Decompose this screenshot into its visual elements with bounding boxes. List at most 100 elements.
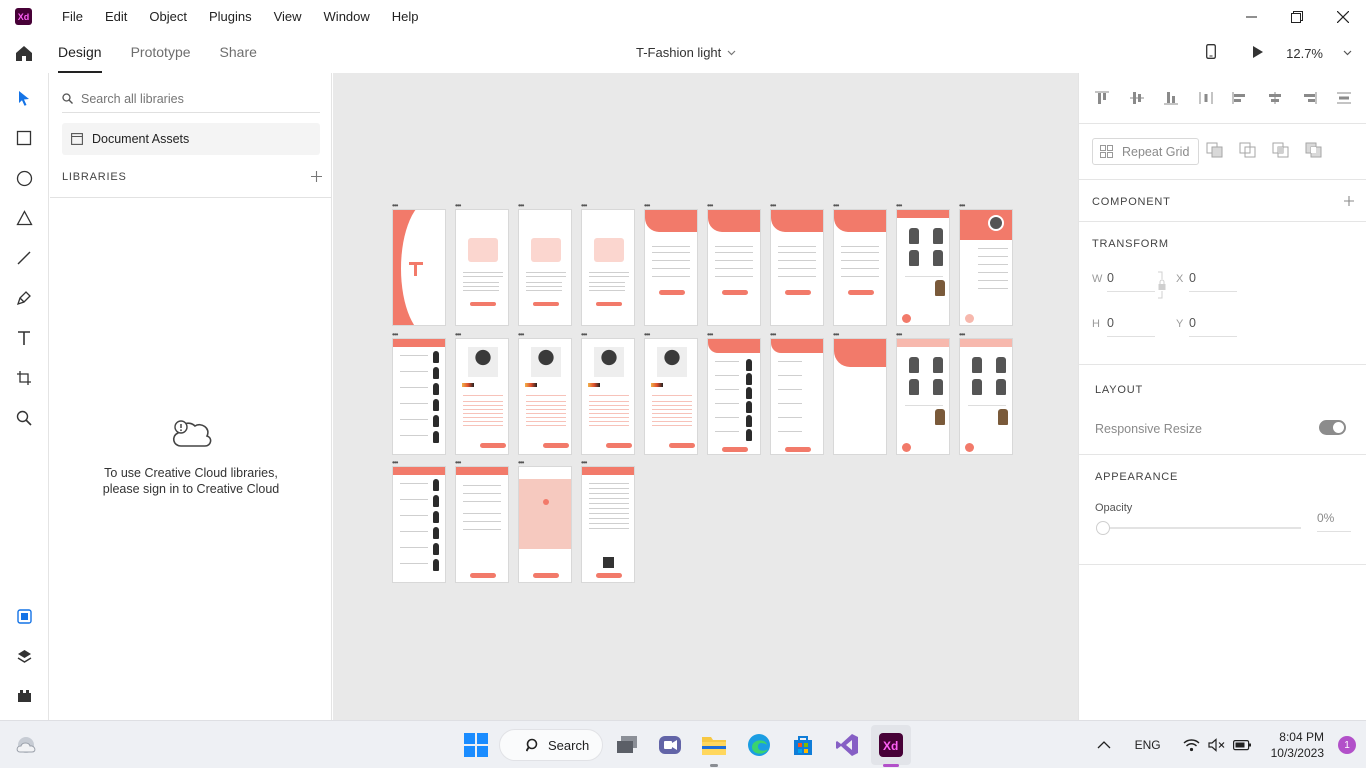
menu-help[interactable]: Help [381, 0, 430, 33]
device-preview-button[interactable] [1206, 44, 1217, 62]
menu-object[interactable]: Object [138, 0, 198, 33]
align-middle-button[interactable] [1126, 87, 1148, 109]
notification-badge[interactable]: 1 [1338, 736, 1356, 754]
visual-studio-button[interactable] [833, 731, 861, 759]
repeat-grid-button[interactable]: Repeat Grid [1092, 138, 1199, 165]
add-to-cart-button [543, 443, 569, 448]
exclude-overlap-icon[interactable] [1304, 141, 1325, 159]
artboard[interactable] [455, 466, 509, 583]
subtract-boolean-icon[interactable] [1238, 141, 1259, 159]
height-field[interactable]: 0 [1107, 316, 1155, 337]
select-tool[interactable] [12, 86, 36, 110]
artboard[interactable] [455, 338, 509, 455]
artboard[interactable] [959, 338, 1013, 455]
x-field[interactable]: 0 [1189, 271, 1237, 292]
artboard[interactable] [581, 338, 635, 455]
align-center-button[interactable] [1264, 87, 1286, 109]
intersect-boolean-icon[interactable] [1271, 141, 1292, 159]
volume-muted-icon[interactable] [1208, 738, 1225, 752]
add-boolean-icon[interactable] [1205, 141, 1226, 159]
document-title-dropdown[interactable]: T-Fashion light [636, 33, 736, 73]
add-library-icon[interactable] [311, 171, 322, 182]
artboard[interactable] [392, 466, 446, 583]
artboard[interactable] [770, 338, 824, 455]
start-button[interactable] [462, 731, 490, 759]
artboard[interactable] [707, 338, 761, 455]
detail-line [463, 421, 503, 422]
artboard[interactable] [392, 209, 446, 326]
play-preview-button[interactable] [1252, 45, 1264, 62]
edge-browser-button[interactable] [745, 731, 773, 759]
y-field[interactable]: 0 [1189, 316, 1237, 337]
artboard[interactable] [896, 338, 950, 455]
menu-view[interactable]: View [263, 0, 313, 33]
opacity-slider-track[interactable] [1109, 527, 1301, 529]
artboard[interactable] [518, 338, 572, 455]
rectangle-tool[interactable] [12, 126, 36, 150]
layers-panel-button[interactable] [12, 644, 36, 668]
artboard-tool[interactable] [12, 366, 36, 390]
menu-window[interactable]: Window [313, 0, 381, 33]
artboard[interactable] [770, 209, 824, 326]
add-component-icon[interactable] [1344, 196, 1354, 206]
chevron-up-icon[interactable] [1097, 740, 1111, 750]
artboard[interactable] [896, 209, 950, 326]
menu-plugins[interactable]: Plugins [198, 0, 263, 33]
distribute-vertical-button[interactable] [1195, 87, 1217, 109]
text-tool[interactable] [12, 326, 36, 350]
artboard[interactable] [455, 209, 509, 326]
width-field[interactable]: 0 [1107, 271, 1155, 292]
document-assets-item[interactable]: Document Assets [62, 123, 320, 155]
artboard[interactable] [581, 466, 635, 583]
menu-edit[interactable]: Edit [94, 0, 138, 33]
artboard[interactable] [581, 209, 635, 326]
opacity-slider-knob[interactable] [1096, 521, 1110, 535]
teams-chat-button[interactable] [656, 731, 684, 759]
system-clock[interactable]: 8:04 PM 10/3/2023 [1271, 729, 1324, 761]
lock-aspect-icon[interactable] [1157, 271, 1167, 299]
pen-tool[interactable] [12, 286, 36, 310]
microsoft-store-button[interactable] [789, 731, 817, 759]
artboard[interactable] [707, 209, 761, 326]
align-bottom-button[interactable] [1160, 87, 1182, 109]
taskbar-search[interactable]: Search [499, 729, 603, 761]
restore-button[interactable] [1274, 0, 1320, 33]
responsive-resize-toggle[interactable] [1319, 420, 1346, 435]
align-left-button[interactable] [1229, 87, 1251, 109]
opacity-field[interactable]: 0% [1317, 511, 1351, 532]
tab-share[interactable]: Share [220, 33, 257, 73]
artboard[interactable] [518, 209, 572, 326]
artboard[interactable] [518, 466, 572, 583]
language-indicator[interactable]: ENG [1135, 738, 1161, 752]
menu-file[interactable]: File [51, 0, 94, 33]
tab-prototype[interactable]: Prototype [131, 33, 191, 73]
ellipse-tool[interactable] [12, 166, 36, 190]
plugins-panel-button[interactable] [12, 684, 36, 708]
artboard[interactable] [833, 209, 887, 326]
line-tool[interactable] [12, 246, 36, 270]
library-search-input[interactable] [81, 91, 301, 106]
file-explorer-button[interactable] [700, 731, 728, 759]
close-button[interactable] [1320, 0, 1366, 33]
align-right-button[interactable] [1298, 87, 1320, 109]
align-top-button[interactable] [1091, 87, 1113, 109]
home-button[interactable] [0, 33, 48, 73]
battery-icon[interactable] [1232, 739, 1252, 751]
artboard[interactable] [392, 338, 446, 455]
minimize-button[interactable] [1228, 0, 1274, 33]
artboard[interactable] [959, 209, 1013, 326]
design-canvas[interactable]: ••• ••• ••• ••• ••• ••• ••• ••• ••• ••• ••• ••• ••• •… [333, 73, 1078, 720]
zoom-tool[interactable] [12, 406, 36, 430]
task-view-button[interactable] [613, 731, 641, 759]
wifi-icon[interactable] [1183, 738, 1200, 752]
polygon-tool[interactable] [12, 206, 36, 230]
artboard[interactable] [644, 209, 698, 326]
distribute-horizontal-button[interactable] [1333, 87, 1355, 109]
artboard[interactable] [833, 338, 887, 455]
artboard[interactable] [644, 338, 698, 455]
weather-widget[interactable] [14, 731, 42, 759]
adobe-xd-taskbar-button[interactable]: Xd [877, 731, 905, 759]
zoom-dropdown[interactable]: 12.7% [1286, 46, 1352, 61]
tab-design[interactable]: Design [58, 33, 102, 73]
libraries-panel-button[interactable] [12, 604, 36, 628]
